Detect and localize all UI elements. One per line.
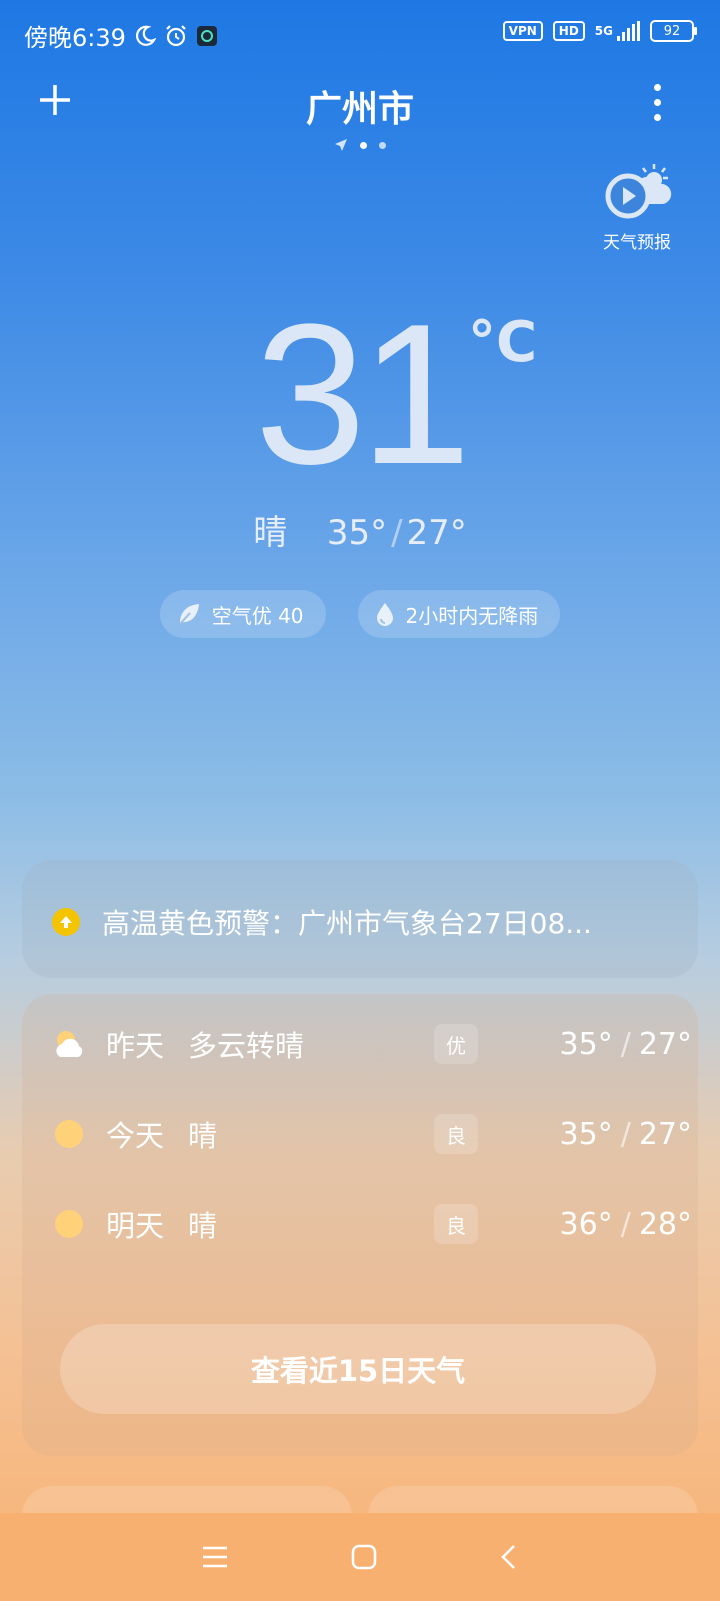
- pager-dot: [379, 141, 386, 149]
- alert-text: 高温黄色预警：广州市气象台27日08...: [102, 907, 592, 940]
- aqi-badge: 良: [434, 1114, 478, 1154]
- day-row-tomorrow[interactable]: 明天 晴 良 36°/28°: [52, 1204, 692, 1244]
- vpn-indicator: VPN: [502, 21, 543, 41]
- rain-text: 2小时内无降雨: [405, 603, 539, 628]
- status-bar-left: 傍晚6:39: [24, 18, 218, 53]
- day-temp-range: 35°/27°: [559, 1116, 692, 1152]
- sun-icon: [55, 1210, 83, 1238]
- day-row-yesterday[interactable]: 昨天 多云转晴 优 35°/27°: [52, 1024, 692, 1064]
- high-temp: 35°: [326, 513, 388, 553]
- daily-forecast-card: 昨天 多云转晴 优 35°/27° 今天 晴 良 35°/27° 明天 晴 良 …: [22, 994, 698, 1456]
- status-bar-right: VPN HD 5G 92: [502, 20, 697, 42]
- day-desc: 多云转晴: [188, 1029, 305, 1063]
- day-name: 今天: [106, 1119, 165, 1153]
- info-chips: 空气优 40 2小时内无降雨: [0, 590, 720, 638]
- day-desc: 晴: [188, 1209, 218, 1243]
- raindrop-icon: [376, 603, 393, 626]
- day-temp-range: 36°/28°: [559, 1206, 692, 1242]
- current-temperature: 31 °C: [0, 295, 720, 495]
- forecast-video-label: 天气预报: [603, 233, 671, 253]
- current-condition: 晴 35°/27°: [253, 513, 467, 553]
- weather-alert-card[interactable]: 高温黄色预警：广州市气象台27日08...: [22, 860, 698, 978]
- system-nav-bar: [0, 1513, 720, 1601]
- temperature-unit: °C: [468, 310, 538, 375]
- air-quality-text: 空气优 40: [211, 603, 304, 628]
- city-title[interactable]: 广州市: [0, 80, 720, 132]
- day-name: 明天: [106, 1209, 165, 1243]
- moon-icon: [135, 25, 156, 46]
- day-name: 昨天: [106, 1029, 165, 1063]
- status-time: 傍晚6:39: [24, 24, 126, 52]
- play-cloud-icon: [605, 164, 672, 219]
- day-row-today[interactable]: 今天 晴 良 35°/27°: [52, 1114, 692, 1154]
- condition-text: 晴: [253, 513, 288, 553]
- day-desc: 晴: [188, 1119, 218, 1153]
- battery-icon: 92: [650, 20, 697, 42]
- aqi-badge: 优: [434, 1024, 478, 1064]
- temperature-value: 31: [254, 283, 471, 506]
- pager-dot-active: [360, 141, 367, 149]
- alarm-icon: [166, 24, 186, 46]
- battery-level: 92: [663, 23, 681, 39]
- air-quality-chip[interactable]: 空气优 40: [159, 590, 326, 638]
- aqi-badge: 良: [434, 1204, 478, 1244]
- signal-icon: [617, 21, 640, 41]
- more-menu-button[interactable]: [654, 84, 662, 121]
- view-15-day-button[interactable]: 查看近15日天气: [60, 1324, 656, 1414]
- warning-icon: [52, 908, 80, 936]
- sun-icon: [55, 1120, 83, 1148]
- weather-forecast-video-button[interactable]: 天气预报: [592, 160, 682, 253]
- low-temp: 27°: [406, 513, 467, 553]
- day-temp-range: 35°/27°: [559, 1026, 692, 1062]
- leaf-icon: [178, 604, 199, 625]
- city-pager: [0, 138, 720, 152]
- network-type: 5G: [594, 24, 613, 38]
- app-notification-icon: [196, 25, 217, 46]
- location-arrow-icon: [335, 139, 347, 151]
- menu-icon[interactable]: [201, 1545, 229, 1569]
- home-icon[interactable]: [351, 1544, 377, 1570]
- partly-cloudy-icon: [56, 1031, 83, 1057]
- hd-indicator: HD: [552, 21, 585, 41]
- rain-chip[interactable]: 2小时内无降雨: [357, 590, 561, 638]
- back-icon[interactable]: [499, 1544, 519, 1570]
